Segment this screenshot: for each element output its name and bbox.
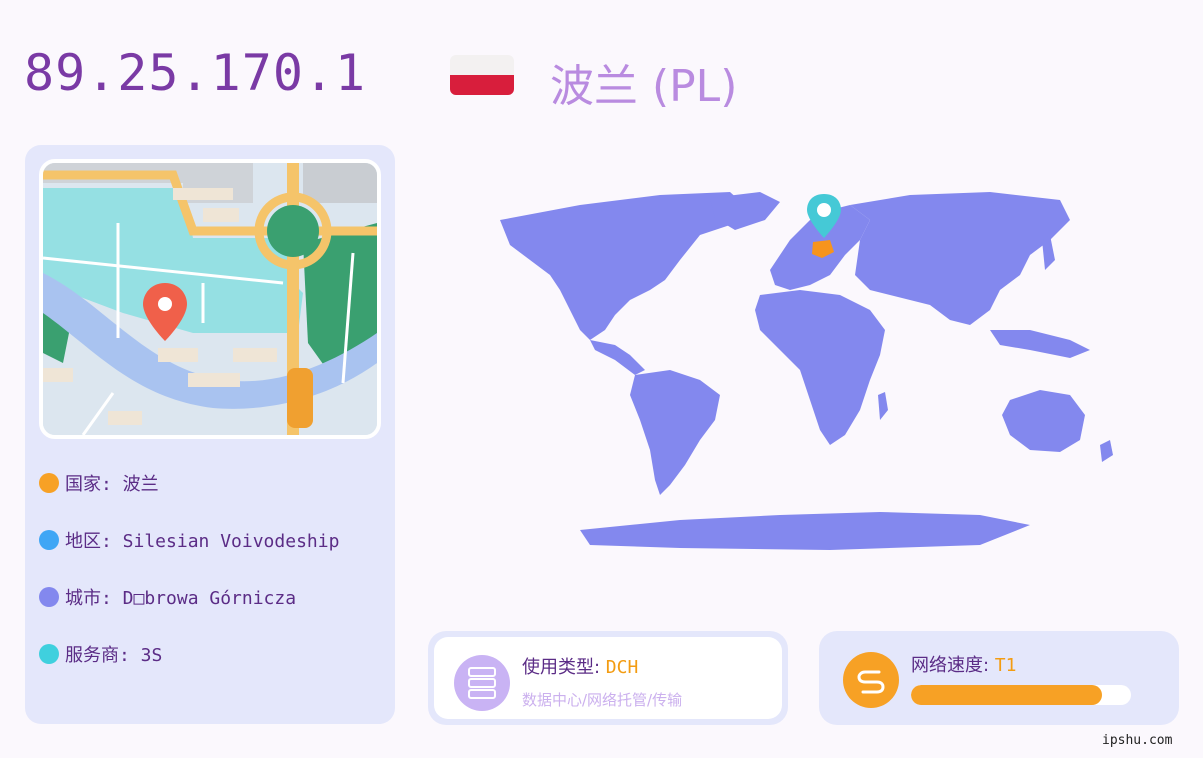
location-card: 国家: 波兰 地区: Silesian Voivodeship 城市: D□br… bbox=[25, 145, 395, 724]
poland-flag-icon bbox=[450, 55, 514, 95]
server-icon bbox=[454, 655, 510, 711]
speed-label-text: 网络速度: bbox=[911, 655, 995, 676]
bullet-dot-icon bbox=[39, 530, 59, 550]
detail-region: 地区: Silesian Voivodeship bbox=[39, 527, 339, 553]
detail-isp: 服务商: 3S bbox=[39, 641, 162, 667]
detail-city: 城市: D□browa Górnicza bbox=[39, 584, 296, 610]
ip-address: 89.25.170.1 bbox=[24, 44, 367, 102]
world-map bbox=[430, 180, 1160, 560]
bullet-dot-icon bbox=[39, 587, 59, 607]
detail-region-label: 地区: Silesian Voivodeship bbox=[65, 531, 340, 552]
usage-type-value: DCH bbox=[605, 657, 639, 678]
detail-country: 国家: 波兰 bbox=[39, 470, 159, 496]
detail-city-label: 城市: D□browa Górnicza bbox=[65, 588, 297, 609]
speed-label: 网络速度: T1 bbox=[911, 651, 1016, 677]
bullet-dot-icon bbox=[39, 473, 59, 493]
detail-isp-label: 服务商: 3S bbox=[65, 645, 163, 666]
network-speed-card: 网络速度: T1 bbox=[819, 631, 1179, 725]
speed-bar bbox=[911, 685, 1131, 705]
watermark: ipshu.com bbox=[1102, 733, 1173, 748]
usage-type-card: 使用类型: DCH 数据中心/网络托管/传输 bbox=[428, 631, 788, 725]
usage-label-text: 使用类型: bbox=[522, 657, 606, 678]
country-title: 波兰 (PL) bbox=[550, 61, 738, 112]
speed-value: T1 bbox=[994, 655, 1017, 676]
usage-type-label: 使用类型: DCH bbox=[522, 653, 638, 679]
speed-icon bbox=[843, 652, 899, 708]
bullet-dot-icon bbox=[39, 644, 59, 664]
detail-country-label: 国家: 波兰 bbox=[65, 474, 159, 495]
usage-type-description: 数据中心/网络托管/传输 bbox=[522, 691, 683, 709]
speed-bar-fill bbox=[911, 685, 1103, 705]
street-map-thumbnail bbox=[39, 159, 381, 439]
